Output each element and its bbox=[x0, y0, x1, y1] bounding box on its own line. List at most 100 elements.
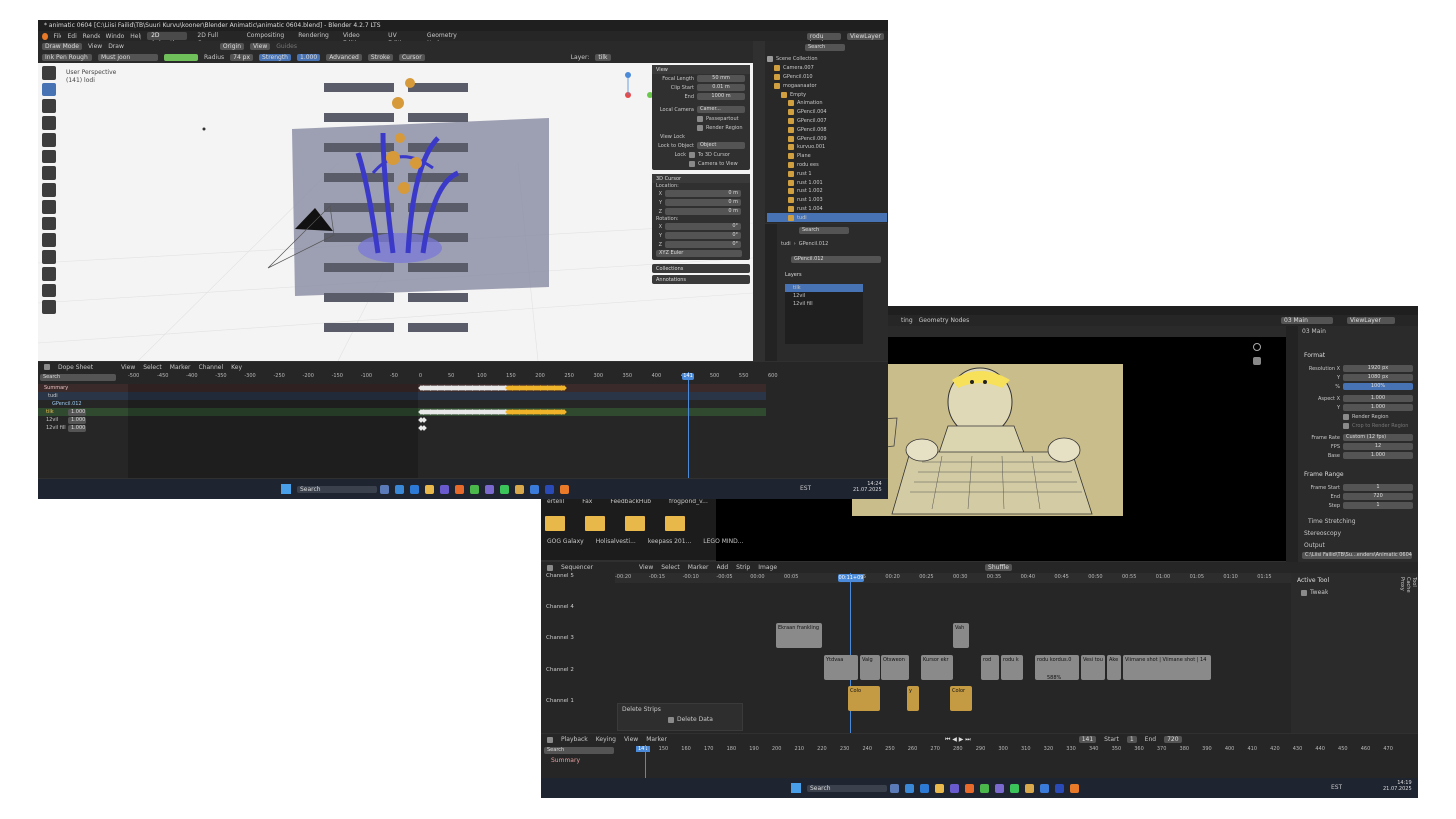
output-path-field[interactable]: C:\Liisi Failid\TB\Su...enders\Animatic … bbox=[1302, 552, 1412, 559]
box-tool-icon[interactable] bbox=[42, 250, 56, 264]
strength-field[interactable]: 1.000 bbox=[297, 54, 321, 61]
outliner-item[interactable]: GPencil.007 bbox=[767, 117, 887, 126]
playback-controls[interactable]: ⏮ ◀ ▶ ⏭ bbox=[945, 736, 971, 744]
origin-dropdown[interactable]: Origin bbox=[219, 43, 244, 50]
menu-item[interactable]: Playback bbox=[561, 736, 588, 743]
arc-tool-icon[interactable] bbox=[42, 216, 56, 231]
menu-item[interactable]: Draw bbox=[108, 43, 124, 50]
zoom-icon[interactable] bbox=[1253, 343, 1261, 351]
frame-step-field[interactable]: 1 bbox=[1343, 502, 1413, 509]
checkbox-icon[interactable] bbox=[668, 716, 674, 723]
chrome-icon[interactable] bbox=[470, 484, 479, 494]
outliner-item[interactable]: Camera.007 bbox=[767, 64, 887, 73]
menu-item[interactable]: Marker bbox=[170, 364, 191, 371]
annotate-tool-icon[interactable] bbox=[42, 300, 56, 315]
app-icon[interactable] bbox=[995, 783, 1004, 793]
outliner-search[interactable]: Search bbox=[805, 44, 845, 51]
windows-icon[interactable] bbox=[281, 484, 291, 494]
outliner-item[interactable]: Animation bbox=[767, 99, 887, 108]
folder-icon[interactable] bbox=[665, 516, 685, 531]
menu-item[interactable]: Marker bbox=[646, 736, 667, 743]
start-field[interactable]: 1 bbox=[1126, 736, 1137, 743]
fps-field[interactable]: 12 bbox=[1343, 443, 1413, 450]
time-stretching-header[interactable]: Time Stretching bbox=[1308, 518, 1356, 525]
app-icon[interactable] bbox=[905, 783, 914, 793]
strip[interactable]: Vesi tou bbox=[1081, 655, 1105, 680]
playhead-marker[interactable]: 00:11+09 bbox=[838, 574, 864, 582]
strip[interactable]: Kursor ekr bbox=[921, 655, 953, 680]
outliner-item[interactable]: GPencil.010 bbox=[767, 73, 887, 82]
outliner-item[interactable]: kurvuo.001 bbox=[767, 143, 887, 152]
blender-icon[interactable] bbox=[1070, 783, 1079, 793]
workspace-tab[interactable]: UV Editing bbox=[384, 32, 417, 47]
keyframe-area[interactable] bbox=[38, 372, 766, 478]
outliner-item[interactable]: GPencil.004 bbox=[767, 108, 887, 117]
strip[interactable]: rod bbox=[981, 655, 999, 680]
app-icon[interactable] bbox=[950, 783, 959, 793]
checkbox-icon[interactable] bbox=[697, 115, 703, 122]
windows-icon[interactable] bbox=[791, 783, 801, 793]
scene-field[interactable]: 03 Main bbox=[1281, 317, 1333, 324]
rotation-mode-dropdown[interactable]: XYZ Euler bbox=[656, 250, 742, 257]
strip[interactable]: Colo bbox=[848, 686, 880, 711]
checkbox-icon[interactable] bbox=[697, 124, 703, 131]
workspace-tab[interactable]: Compositing bbox=[243, 32, 289, 40]
view-layer-field[interactable]: ViewLayer bbox=[1347, 317, 1395, 324]
color-swatch[interactable] bbox=[164, 54, 198, 61]
outliner-item[interactable]: rust 1.003 bbox=[767, 196, 887, 205]
draw-tool-icon[interactable] bbox=[42, 82, 56, 97]
outliner-item[interactable]: GPencil.008 bbox=[767, 125, 887, 134]
keyboard-lang[interactable]: EST bbox=[1331, 784, 1342, 791]
strip[interactable]: Otsweon bbox=[881, 655, 909, 680]
editor-type-label[interactable]: Sequencer bbox=[561, 564, 631, 571]
line-tool-icon[interactable] bbox=[42, 183, 56, 197]
timeline-ruler[interactable]: 141 150 160 170 180 190 200 210 220 230 240 250 260 2… bbox=[636, 745, 1418, 754]
strip[interactable]: Ytdvaa bbox=[824, 655, 858, 680]
outliner-item[interactable]: mogaanaator bbox=[767, 81, 887, 90]
clip-start-field[interactable]: 0.01 m bbox=[697, 84, 745, 91]
workspace-tab[interactable]: 2D Full Canvas bbox=[193, 32, 236, 47]
end-field[interactable]: 720 bbox=[1164, 736, 1182, 743]
outliner-item[interactable]: Scene Collection bbox=[767, 55, 887, 64]
workspace-tab[interactable]: ting bbox=[901, 317, 913, 324]
view-lock-header[interactable]: View Lock bbox=[660, 134, 685, 140]
cursor-y-field[interactable]: 0 m bbox=[665, 199, 741, 206]
mode-dropdown[interactable]: Draw Mode bbox=[42, 43, 82, 50]
firefox-icon[interactable] bbox=[455, 484, 464, 494]
frame-start-field[interactable]: 1 bbox=[1343, 484, 1413, 491]
strip[interactable]: Color bbox=[950, 686, 972, 711]
strip[interactable]: y bbox=[907, 686, 919, 711]
3d-viewport[interactable]: User Perspective (141) lodi bbox=[38, 63, 753, 361]
active-tool-header[interactable]: Active Tool bbox=[1297, 577, 1329, 584]
outliner-item[interactable]: Plane bbox=[767, 152, 887, 161]
photoshop-icon[interactable] bbox=[545, 484, 554, 494]
menu-item[interactable]: View bbox=[121, 364, 135, 371]
playhead-line[interactable] bbox=[645, 745, 646, 778]
dopesheet-mode[interactable]: Dope Sheet bbox=[58, 364, 113, 371]
outliner-item[interactable]: GPencil.009 bbox=[767, 134, 887, 143]
app-icon[interactable] bbox=[440, 484, 449, 494]
material-dropdown[interactable]: Must joon bbox=[98, 54, 158, 61]
app-icon[interactable] bbox=[920, 783, 929, 793]
format-header[interactable]: Format bbox=[1304, 352, 1325, 359]
guides-label[interactable]: Guides bbox=[276, 43, 297, 50]
rotation-y-field[interactable]: 0° bbox=[665, 232, 741, 239]
editor-type-icon[interactable] bbox=[44, 364, 50, 370]
strip[interactable]: Ake bbox=[1107, 655, 1121, 680]
frame-rate-dropdown[interactable]: Custom (12 fps) bbox=[1343, 434, 1413, 441]
app-icon[interactable] bbox=[1040, 783, 1049, 793]
brush-dropdown[interactable]: Ink Pen Rough bbox=[42, 54, 92, 61]
cutter-tool-icon[interactable] bbox=[42, 149, 56, 164]
menu-item[interactable]: Strip bbox=[736, 564, 750, 571]
workspace-tab[interactable]: Geometry Nodes bbox=[919, 317, 970, 324]
outliner-item[interactable]: rust 1.001 bbox=[767, 178, 887, 187]
menu-item[interactable]: Channel bbox=[199, 364, 224, 371]
menu-item[interactable]: Select bbox=[661, 564, 680, 571]
menu-item[interactable]: Help bbox=[130, 33, 141, 40]
app-icon[interactable] bbox=[1025, 783, 1034, 793]
focal-length-field[interactable]: 50 mm bbox=[697, 75, 745, 82]
datablock-field[interactable]: GPencil.012 bbox=[791, 256, 881, 263]
base-field[interactable]: 1.000 bbox=[1343, 452, 1413, 459]
popup-title[interactable]: Delete Strips bbox=[618, 704, 742, 715]
strip[interactable]: Ekraan frankling bbox=[776, 623, 822, 648]
